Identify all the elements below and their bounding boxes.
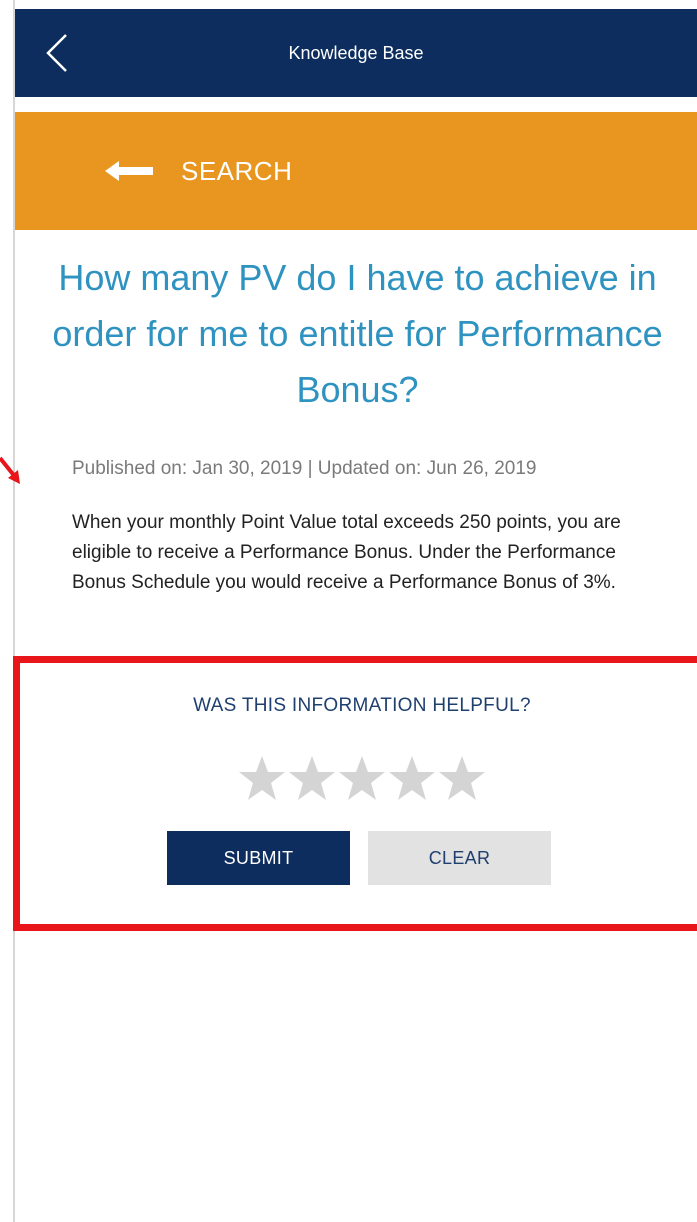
star-icon[interactable]	[387, 751, 437, 807]
star-icon[interactable]	[237, 751, 287, 807]
back-button[interactable]	[37, 25, 77, 81]
star-icon[interactable]	[337, 751, 387, 807]
search-label: SEARCH	[181, 155, 293, 186]
chevron-left-icon	[46, 34, 67, 72]
arrow-left-icon	[105, 156, 165, 186]
clear-button[interactable]: CLEAR	[368, 831, 551, 885]
feedback-section: WAS THIS INFORMATION HELPFUL? SUBMIT CLE…	[13, 656, 697, 931]
header-title: Knowledge Base	[288, 42, 424, 63]
star-icon[interactable]	[437, 751, 487, 807]
article-answer: When your monthly Point Value total exce…	[72, 512, 621, 593]
star-icon[interactable]	[287, 751, 337, 807]
article-question: How many PV do I have to achieve in orde…	[52, 257, 663, 410]
feedback-title: WAS THIS INFORMATION HELPFUL?	[193, 695, 531, 716]
search-back-button[interactable]: SEARCH	[15, 112, 697, 230]
app-header: Knowledge Base	[15, 9, 697, 97]
annotation-arrow-icon	[0, 456, 20, 484]
article-dates: Published on: Jan 30, 2019 | Updated on:…	[72, 458, 537, 479]
submit-button[interactable]: SUBMIT	[167, 831, 350, 885]
star-rating[interactable]	[237, 751, 487, 807]
